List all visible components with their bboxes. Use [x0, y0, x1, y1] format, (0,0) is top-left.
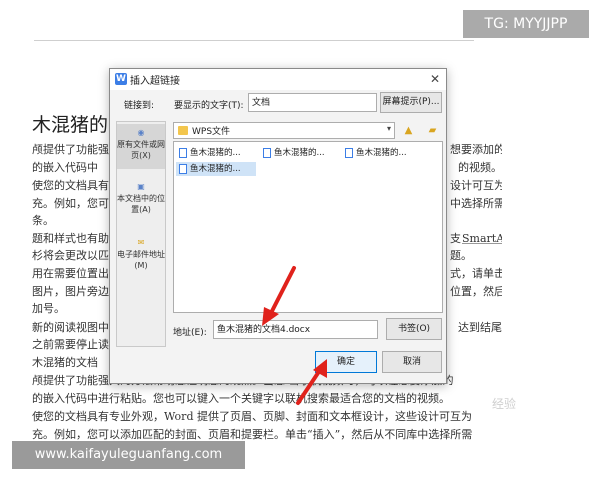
document-icon [263, 148, 271, 158]
file-list[interactable]: 鱼木混猪的... 鱼木混猪的... 鱼木混猪的... 鱼木混猪的... [173, 141, 443, 313]
file-name: 鱼木混猪的... [190, 164, 241, 174]
close-icon[interactable]: ✕ [426, 70, 444, 88]
dialog-titlebar[interactable]: W 插入超链接 ✕ [110, 69, 446, 90]
folder-dropdown-value: WPS文件 [192, 127, 231, 137]
chevron-down-icon: ▾ [386, 124, 391, 133]
globe-file-icon: ◉ [137, 128, 145, 137]
doc-fragment: 中选择所需 [450, 197, 502, 210]
link-to-label: 链接到: [124, 101, 155, 111]
doc-fragment: 的视频。 [458, 161, 502, 174]
list-item[interactable]: 鱼木混猪的... [260, 146, 340, 160]
doc-fragment: 位置，然后 [450, 285, 502, 298]
screen-tip-button[interactable]: 屏幕提示(P)... [380, 92, 442, 113]
doc-fragment: 题。 [450, 249, 472, 262]
file-name: 鱼木混猪的... [274, 148, 325, 158]
file-name: 鱼木混猪的... [356, 148, 407, 158]
doc-fragment-smartart: SmartArt [462, 231, 502, 247]
doc-fragment: 达到结尾 [458, 321, 502, 334]
document-icon: ▣ [137, 182, 145, 191]
sidebar-item-label: 本文档中的位置(A) [117, 194, 165, 214]
up-folder-icon[interactable]: ▲ [400, 123, 417, 138]
jingyan-watermark: 经验 [492, 397, 517, 411]
list-item-selected[interactable]: 鱼木混猪的... [176, 162, 256, 176]
folder-dropdown[interactable]: WPS文件 ▾ [173, 122, 395, 139]
url-watermark-badge: www.kaifayuleguanfang.com [12, 441, 245, 469]
sidebar-item-label: 电子邮件地址(M) [117, 250, 165, 270]
smartart-link: SmartArt [462, 232, 502, 245]
document-heading: 木混猪的 [32, 114, 109, 136]
document-top-rule [34, 40, 474, 41]
doc-line: 的嵌入代码中进行粘贴。您也可以键入一个关键字以联机搜索最适合您的文档的视频。 [32, 392, 450, 405]
link-to-sidebar: ◉ 原有文件或网页(X) ▣ 本文档中的位置(A) ✉ 电子邮件地址(M) [116, 121, 166, 347]
address-input[interactable]: 鱼木混猪的文档4.docx [213, 320, 378, 339]
doc-fragment: 设计可互为 [450, 179, 502, 192]
sidebar-item-email-address[interactable]: ✉ 电子邮件地址(M) [117, 236, 165, 280]
cancel-button[interactable]: 取消 [382, 351, 442, 373]
sidebar-item-label: 原有文件或网页(X) [117, 140, 165, 160]
ok-button[interactable]: 确定 [315, 351, 377, 373]
document-icon [345, 148, 353, 158]
sidebar-item-existing-file[interactable]: ◉ 原有文件或网页(X) [117, 124, 165, 169]
dialog-title: 插入超链接 [130, 76, 180, 87]
envelope-icon: ✉ [137, 238, 145, 247]
tg-watermark-badge: TG: MYYJJPP [463, 10, 589, 38]
document-icon [179, 164, 187, 174]
address-label: 地址(E): [173, 328, 207, 338]
insert-hyperlink-dialog: W 插入超链接 ✕ 链接到: 要显示的文字(T): 文档 屏幕提示(P)... … [109, 68, 447, 384]
doc-fragment: 式，请单击 [450, 267, 502, 280]
display-text-input[interactable]: 文档 [248, 93, 377, 112]
sidebar-item-place-in-document[interactable]: ▣ 本文档中的位置(A) [117, 180, 165, 224]
doc-fragment: 想要添加的 [450, 143, 502, 156]
folder-icon [178, 126, 188, 135]
file-name: 鱼木混猪的... [190, 148, 241, 158]
bookmark-button[interactable]: 书签(O) [386, 318, 442, 340]
doc-line: 使您的文档具有专业外观，Word 提供了页眉、页脚、封面和文本框设计，这些设计可… [32, 410, 472, 423]
display-text-label: 要显示的文字(T): [174, 101, 244, 111]
wps-app-icon: W [115, 73, 127, 85]
document-icon [179, 148, 187, 158]
browse-folder-icon[interactable]: ▰ [424, 123, 441, 138]
list-item[interactable]: 鱼木混猪的... [176, 146, 256, 160]
list-item[interactable]: 鱼木混猪的... [342, 146, 422, 160]
